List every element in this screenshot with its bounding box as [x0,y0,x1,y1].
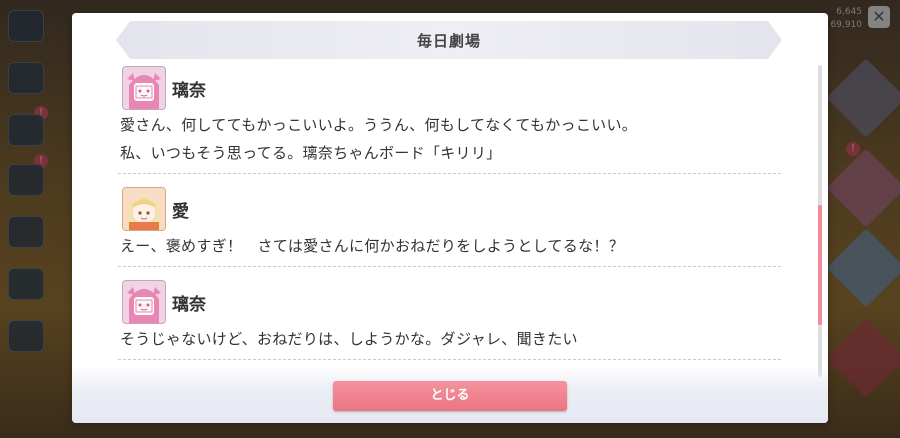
speaker-name: 璃奈 [172,80,206,101]
dialog-title-bar: 毎日劇場 [116,21,782,59]
speaker-row: 璃奈 [118,65,781,111]
dialogue-line: えー、褒めすぎ！ さては愛さんに何かおねだりをしようとしてるな！？ [120,237,625,255]
speaker-row: 愛 [118,186,781,232]
avatar-ai [122,187,166,231]
dialogue-entry: 愛 えー、褒めすぎ！ さては愛さんに何かおねだりをしようとしてるな！？ [118,186,781,267]
scrollbar-thumb[interactable] [818,205,822,325]
scrollbar[interactable] [818,65,822,377]
dialog-title: 毎日劇場 [416,31,481,50]
avatar-rina [122,280,166,324]
daily-theater-dialog: 毎日劇場 璃奈 愛さん、何しててもかっこいいよ。ううん、何もしてなくてもかっこい… [72,13,828,423]
speaker-row: 璃奈 [118,279,781,325]
close-button[interactable]: とじる [333,381,567,411]
dialogue-entry: 璃奈 そうじゃないけど、おねだりは、しようかな。ダジャレ、聞きたい [118,279,781,360]
speaker-name: 璃奈 [172,294,206,315]
dialogue-list[interactable]: 璃奈 愛さん、何しててもかっこいいよ。ううん、何もしてなくてもかっこいい。 私、… [118,65,808,381]
dialogue-line: 私、いつもそう思ってる。璃奈ちゃんボード「キリリ」 [120,144,502,162]
avatar-rina [122,66,166,110]
dialogue-line: そうじゃないけど、おねだりは、しようかな。ダジャレ、聞きたい [120,330,578,348]
dialogue-entry: 璃奈 愛さん、何しててもかっこいいよ。ううん、何もしてなくてもかっこいい。 私、… [118,65,781,174]
dialogue-line: 愛さん、何しててもかっこいいよ。ううん、何もしてなくてもかっこいい。 [120,116,638,134]
speaker-name: 愛 [172,201,189,222]
